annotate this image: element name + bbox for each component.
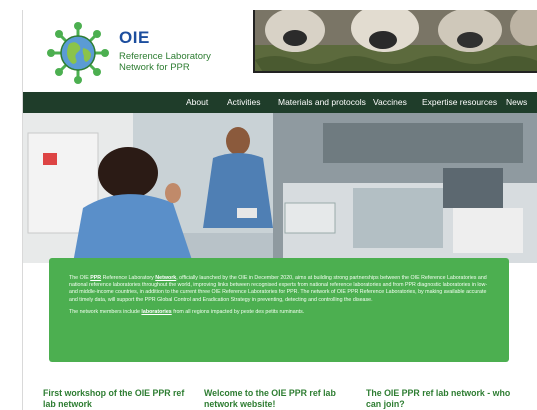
site-logo[interactable]: OIE Reference Laboratory Network for PPR [47,18,247,90]
nav-activities[interactable]: Activities [227,97,261,107]
nav-about[interactable]: About [186,97,208,107]
goats-image [255,10,537,71]
nav-expertise-resources[interactable]: Expertise resources [422,97,497,107]
page-frame: OIE Reference Laboratory Network for PPR… [22,10,537,410]
network-link[interactable]: Network [155,275,176,281]
intro-text-e: from all regions impacted by peste des p… [171,308,305,315]
main-nav: About Activities Materials and protocols… [23,92,537,113]
nav-news[interactable]: News [506,97,527,107]
nav-vaccines[interactable]: Vaccines [373,97,407,107]
logo-title: OIE [119,28,150,47]
intro-text-d: The network members include [69,308,142,315]
intro-text-a: The OIE [69,275,91,281]
hero-lab-photo [23,113,537,263]
article-title-first-workshop[interactable]: First workshop of the OIE PPR ref lab ne… [43,388,193,409]
intro-info-box: The OIE PPR Reference Laboratory Network… [49,258,509,362]
logo-subtitle: Reference Laboratory Network for PPR [119,51,211,73]
intro-text-b: Reference Laboratory [101,275,156,281]
nav-materials-protocols[interactable]: Materials and protocols [278,97,366,107]
article-title-welcome[interactable]: Welcome to the OIE PPR ref lab network w… [204,388,354,409]
laboratories-link[interactable]: laboratories [141,309,171,315]
article-title-who-can-join[interactable]: The OIE PPR ref lab network - who can jo… [366,388,516,409]
lab-scene-image [23,113,537,263]
header-photo-goats [253,10,537,73]
ppr-link[interactable]: PPR [90,275,101,281]
intro-paragraph-1: The OIE PPR Reference Laboratory Network… [69,275,489,304]
intro-paragraph-2: The network members include laboratories… [69,309,489,316]
virus-globe-logo-icon [47,22,109,84]
